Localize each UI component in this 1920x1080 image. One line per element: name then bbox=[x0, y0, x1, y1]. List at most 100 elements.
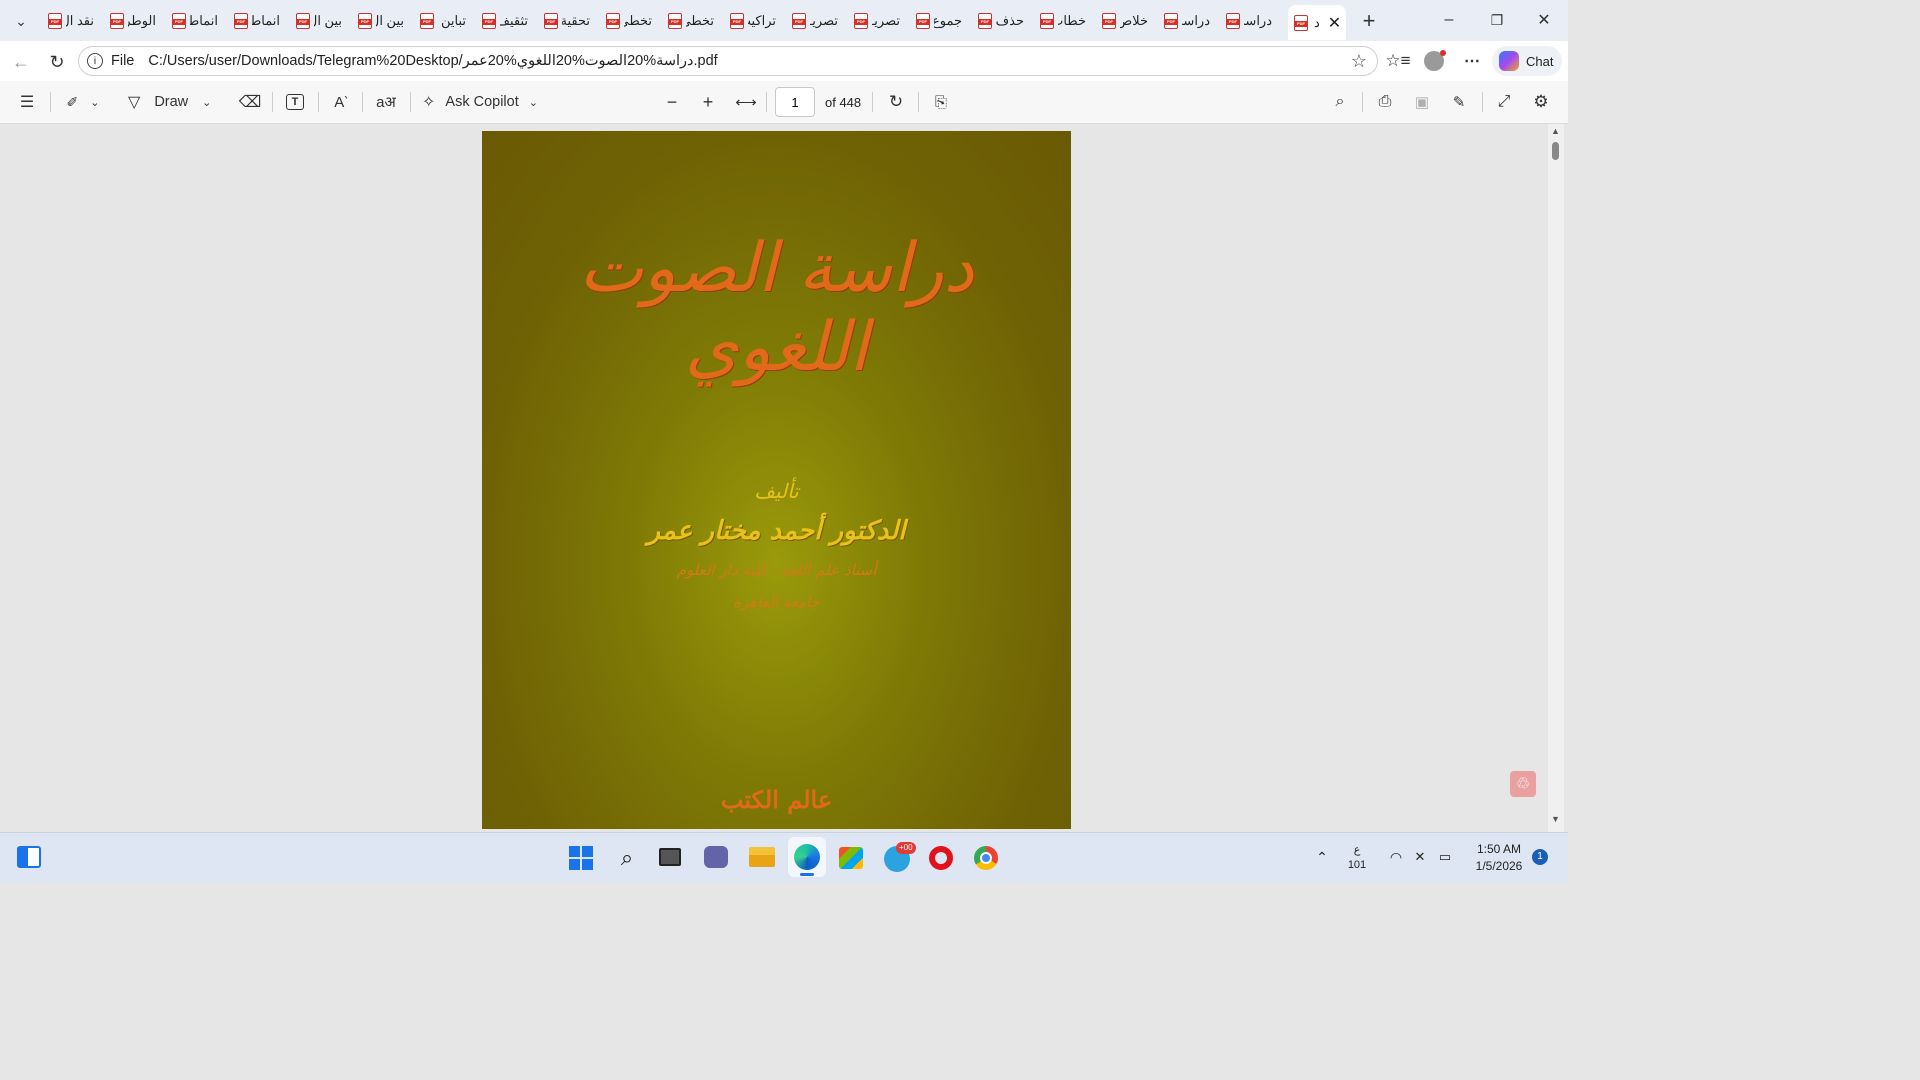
browser-tab[interactable]: جموع bbox=[916, 6, 962, 36]
read-aloud-button[interactable]: A‵ bbox=[328, 90, 354, 114]
pdf-icon bbox=[482, 13, 496, 29]
hidden-icons-chevron[interactable]: ⌃ bbox=[1312, 847, 1332, 867]
time-text: 1:50 AM bbox=[1476, 842, 1522, 856]
zoom-out-button[interactable]: − bbox=[660, 90, 684, 114]
active-tab[interactable]: د ✕ bbox=[1288, 5, 1346, 40]
browser-tab[interactable]: تحقية bbox=[544, 6, 590, 36]
fit-width-button[interactable]: ⟷ bbox=[733, 90, 759, 114]
browser-tab[interactable]: الوطر bbox=[110, 6, 156, 36]
author-affiliation: أستاذ علم اللغة - كلية دار العلوم bbox=[676, 561, 877, 579]
battery-icon[interactable]: ▭ bbox=[1434, 847, 1456, 867]
vertical-scrollbar[interactable]: ▲ ▼ bbox=[1548, 124, 1564, 832]
active-app-indicator bbox=[800, 873, 814, 876]
browser-tab[interactable]: تخطئ bbox=[606, 6, 652, 36]
restore-button[interactable]: ❐ bbox=[1484, 8, 1510, 32]
tab-list-button[interactable]: ⌄ bbox=[8, 8, 34, 34]
back-button[interactable]: ← bbox=[8, 49, 34, 75]
plus-icon: + bbox=[702, 91, 714, 112]
browser-tab[interactable]: تراكيب bbox=[730, 6, 776, 36]
copilot-outline-icon: ✧ bbox=[422, 94, 436, 111]
ask-copilot-button[interactable]: ✧ Ask Copilot ⌄ bbox=[422, 90, 552, 114]
file-explorer-icon[interactable] bbox=[749, 847, 775, 867]
more-dots-icon: ⋯ bbox=[1464, 53, 1480, 70]
back-arrow-icon: ← bbox=[12, 51, 30, 72]
refresh-button[interactable]: ↻ bbox=[44, 49, 70, 75]
profile-button[interactable] bbox=[1422, 48, 1446, 74]
volume-muted-icon[interactable]: ✕ bbox=[1410, 847, 1430, 867]
close-window-button[interactable]: ✕ bbox=[1531, 8, 1557, 32]
pdf-icon bbox=[110, 13, 124, 29]
contents-button[interactable]: ☰ bbox=[14, 90, 40, 114]
page-number-input[interactable] bbox=[775, 87, 815, 117]
print-button[interactable]: ⎙ bbox=[1373, 90, 1397, 114]
browser-tab[interactable]: حذف bbox=[978, 6, 1024, 36]
page-view-button[interactable]: ⎘ bbox=[929, 90, 953, 114]
wifi-icon[interactable]: ◠ bbox=[1386, 847, 1406, 867]
browser-tab[interactable]: دراسة bbox=[1226, 6, 1272, 36]
browser-tab[interactable]: دراسة bbox=[1164, 6, 1210, 36]
new-tab-button[interactable]: + bbox=[1356, 8, 1382, 34]
draw-pen-icon: ▽ bbox=[128, 94, 141, 111]
chrome-icon[interactable] bbox=[974, 846, 998, 870]
browser-tab[interactable]: نقد ال bbox=[48, 6, 94, 36]
list-icon: ☰ bbox=[19, 94, 35, 111]
store-icon[interactable] bbox=[839, 847, 863, 869]
language-indicator[interactable]: ع 101 bbox=[1344, 843, 1370, 873]
clock[interactable]: 1:50 AM 1/5/2026 bbox=[1466, 841, 1532, 875]
browser-tab[interactable]: انماط bbox=[234, 6, 280, 36]
favorites-list-icon: ☆≡ bbox=[1385, 51, 1411, 70]
meet-icon[interactable] bbox=[704, 846, 728, 868]
pdf-icon bbox=[1226, 13, 1240, 29]
favorite-star-icon[interactable]: ☆ bbox=[1351, 51, 1367, 72]
browser-tab[interactable]: تباين bbox=[420, 6, 466, 36]
browser-tab[interactable]: تصريـ bbox=[854, 6, 900, 36]
task-view-icon[interactable] bbox=[659, 848, 681, 866]
pdf-icon bbox=[420, 13, 434, 29]
browser-tab[interactable]: خطاب bbox=[1040, 6, 1086, 36]
minus-icon: − bbox=[666, 91, 678, 112]
favorites-button[interactable]: ☆≡ bbox=[1385, 48, 1411, 74]
copilot-chat-button[interactable]: Chat bbox=[1492, 46, 1562, 76]
minimize-button[interactable]: – bbox=[1436, 8, 1462, 32]
browser-tab[interactable]: تثقيف bbox=[482, 6, 528, 36]
save-icon: ▣ bbox=[1414, 94, 1430, 111]
pdf-icon bbox=[854, 13, 868, 29]
toolbar-divider bbox=[766, 92, 767, 112]
scroll-thumb[interactable] bbox=[1552, 142, 1559, 160]
search-button[interactable]: ⌕ bbox=[1328, 90, 1352, 114]
close-tab-icon[interactable]: ✕ bbox=[1328, 13, 1341, 33]
widgets-icon[interactable] bbox=[17, 846, 41, 868]
more-menu-button[interactable]: ⋯ bbox=[1460, 48, 1484, 74]
opera-icon[interactable] bbox=[929, 846, 953, 870]
start-icon[interactable] bbox=[569, 846, 593, 870]
browser-tab[interactable]: تخطئ bbox=[668, 6, 714, 36]
chevron-down-icon: ⌄ bbox=[528, 96, 538, 109]
chevron-down-icon: ⌄ bbox=[202, 96, 212, 109]
search-icon[interactable]: ⌕ bbox=[614, 845, 640, 871]
rotate-button[interactable]: ↻ bbox=[884, 90, 908, 114]
add-text-button[interactable]: T bbox=[283, 90, 307, 114]
edge-icon[interactable] bbox=[788, 837, 826, 877]
scroll-up-arrow-icon[interactable]: ▲ bbox=[1551, 126, 1560, 136]
save-button[interactable]: ▣ bbox=[1410, 90, 1434, 114]
scroll-down-arrow-icon[interactable]: ▼ bbox=[1551, 814, 1560, 824]
zoom-in-button[interactable]: + bbox=[696, 90, 720, 114]
browser-tab[interactable]: خلاص bbox=[1102, 6, 1148, 36]
address-field[interactable]: i File C:/Users/user/Downloads/Telegram%… bbox=[78, 46, 1378, 76]
browser-tab[interactable]: بين ال bbox=[358, 6, 404, 36]
erase-button[interactable]: ⌫ bbox=[238, 90, 262, 114]
browser-tab[interactable]: تصريـ bbox=[792, 6, 838, 36]
date-text: 1/5/2026 bbox=[1475, 859, 1523, 873]
save-as-button[interactable]: ✎ bbox=[1447, 90, 1471, 114]
telegram-icon[interactable]: +00 bbox=[884, 842, 916, 872]
settings-button[interactable]: ⚙ bbox=[1529, 90, 1553, 114]
browser-tab[interactable]: بين ال bbox=[296, 6, 342, 36]
translate-button[interactable]: aअ bbox=[372, 90, 400, 114]
notification-badge[interactable]: 1 bbox=[1532, 849, 1548, 865]
highlight-button[interactable]: ✐ ⌄ bbox=[58, 90, 108, 114]
browser-tab[interactable]: انماط bbox=[172, 6, 218, 36]
notification-dot bbox=[1440, 50, 1446, 56]
draw-button[interactable]: ▽ Draw ⌄ bbox=[128, 90, 220, 114]
acrobat-button[interactable]: ♲ bbox=[1510, 771, 1536, 797]
fullscreen-button[interactable]: ⤢ bbox=[1492, 90, 1516, 114]
